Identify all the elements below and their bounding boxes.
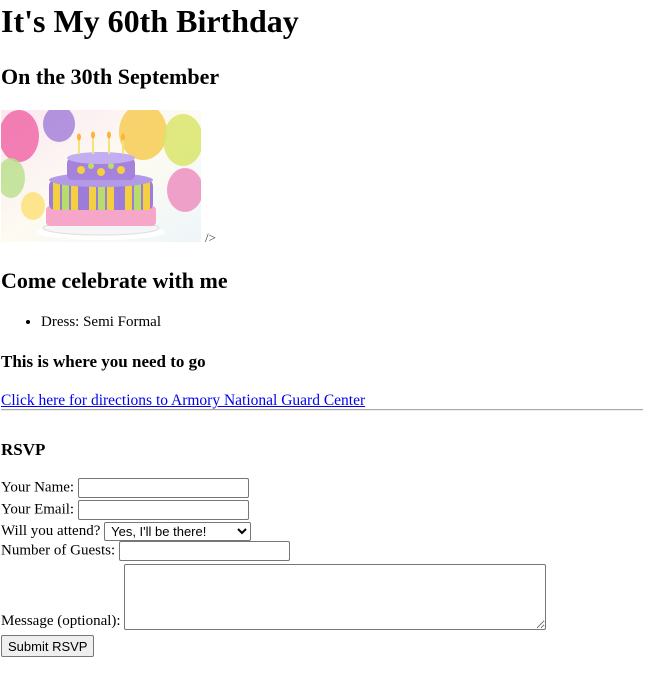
email-row: Your Email: [1, 500, 249, 520]
details-list: Dress: Semi Formal [1, 314, 161, 331]
directions-link[interactable]: Click here for directions to Armory Nati… [1, 392, 365, 410]
name-row: Your Name: [1, 478, 249, 498]
divider [1, 409, 643, 411]
message-textarea[interactable] [124, 564, 547, 630]
name-input[interactable] [77, 478, 249, 498]
page-title: It's My 60th Birthday [1, 3, 299, 39]
submit-rsvp-button[interactable]: Submit RSVP [1, 635, 95, 657]
attend-row: Will you attend? Yes, I'll be there! [1, 522, 252, 541]
event-date: On the 30th September [1, 64, 220, 89]
location-heading: This is where you need to go [1, 352, 206, 371]
email-label: Your Email: [1, 501, 75, 518]
stray-markup-text: /> [205, 230, 216, 245]
guests-row: Number of Guests: [1, 541, 290, 561]
message-label: Message (optional): [1, 613, 121, 629]
list-item: Dress: Semi Formal [41, 314, 161, 331]
attend-select[interactable]: Yes, I'll be there! [104, 522, 252, 541]
email-input[interactable] [77, 500, 249, 520]
guests-label: Number of Guests: [1, 542, 116, 559]
birthday-cake-picture [1, 110, 201, 242]
message-row: Message (optional): [1, 564, 547, 630]
rsvp-heading: RSVP [1, 440, 46, 459]
name-label: Your Name: [1, 479, 75, 496]
attend-label: Will you attend? [1, 523, 101, 539]
cake-image [1, 110, 201, 242]
celebrate-heading: Come celebrate with me [1, 268, 228, 293]
guests-input[interactable] [118, 541, 290, 561]
